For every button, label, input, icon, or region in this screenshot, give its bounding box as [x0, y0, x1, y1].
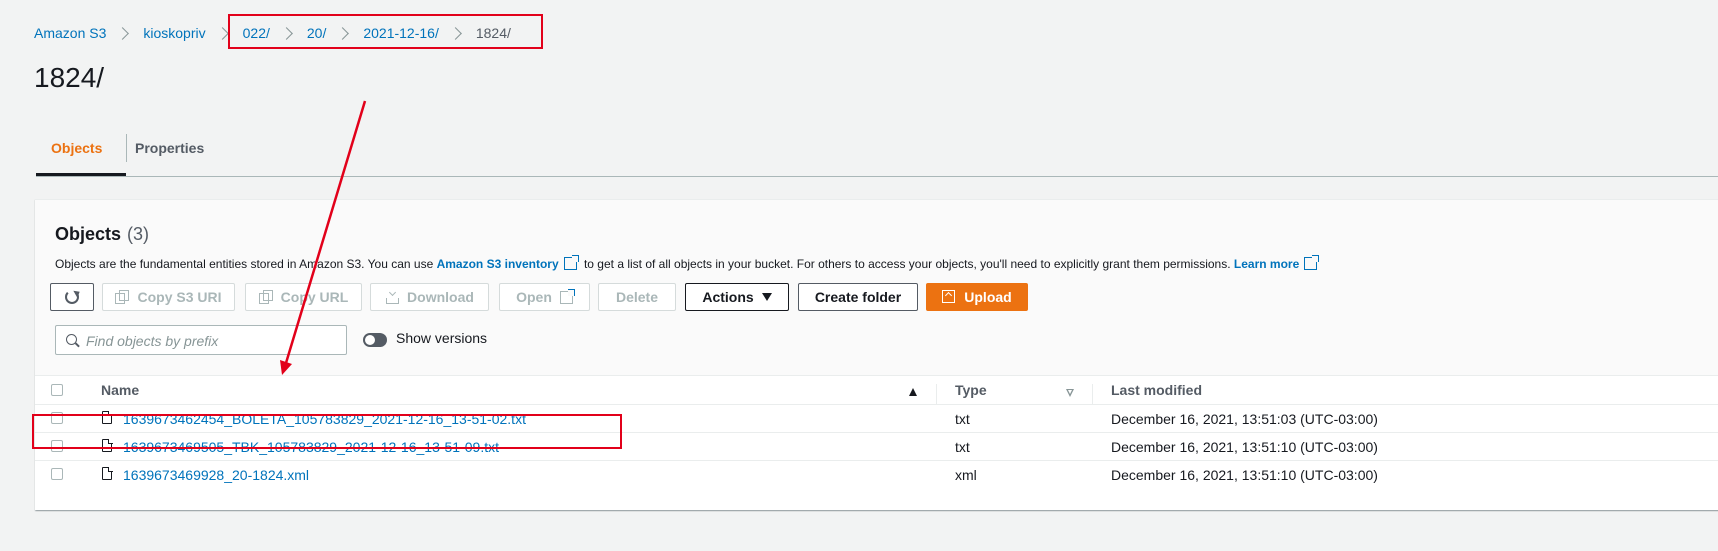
table-row: 1639673469928_20-1824.xml xml December 1… — [35, 461, 1718, 488]
objects-panel: Objects (3) Objects are the fundamental e… — [35, 199, 1718, 510]
sort-icon[interactable] — [1066, 389, 1074, 397]
tab-properties[interactable]: Properties — [135, 140, 204, 156]
open-label: Open — [516, 289, 552, 305]
column-header-last-modified[interactable]: Last modified — [1111, 382, 1202, 398]
upload-icon — [942, 290, 956, 304]
copy-s3-uri-button[interactable]: Copy S3 URI — [102, 283, 235, 311]
download-label: Download — [407, 289, 474, 305]
download-icon — [385, 290, 400, 304]
objects-panel-title: Objects (3) — [55, 224, 149, 245]
objects-description: Objects are the fundamental entities sto… — [55, 255, 1321, 271]
sort-ascending-icon[interactable] — [909, 388, 917, 396]
show-versions-label: Show versions — [396, 330, 488, 346]
chevron-right-icon — [215, 26, 229, 40]
search-input[interactable] — [84, 330, 338, 352]
object-type: xml — [955, 467, 977, 483]
copy-url-button[interactable]: Copy URL — [245, 283, 362, 311]
select-all-checkbox[interactable] — [51, 384, 63, 396]
object-type: txt — [955, 439, 970, 455]
external-link-icon — [559, 288, 575, 304]
column-header-type[interactable]: Type — [955, 382, 987, 398]
upload-label: Upload — [964, 289, 1012, 305]
refresh-button[interactable] — [50, 283, 94, 311]
objects-count: (3) — [127, 224, 150, 244]
create-folder-label: Create folder — [814, 289, 902, 305]
tab-bar: Objects Properties — [36, 128, 1718, 177]
learn-more-link[interactable]: Learn more — [1234, 257, 1299, 271]
breadcrumb-amazon-s3[interactable]: Amazon S3 — [34, 25, 106, 41]
caret-down-icon — [761, 293, 772, 301]
chevron-right-icon — [116, 26, 130, 40]
search-field — [55, 325, 347, 355]
object-last-modified: December 16, 2021, 13:51:03 (UTC-03:00) — [1111, 411, 1378, 427]
copy-s3-uri-label: Copy S3 URI — [137, 289, 222, 305]
description-text-middle: to get a list of all objects in your buc… — [583, 257, 1231, 271]
external-link-icon[interactable] — [1304, 255, 1320, 270]
objects-panel-header: Objects (3) Objects are the fundamental e… — [35, 200, 1718, 376]
actions-dropdown[interactable]: Actions — [685, 283, 789, 311]
breadcrumb-bucket[interactable]: kioskopriv — [143, 25, 205, 41]
active-tab-indicator — [36, 173, 126, 176]
copy-url-label: Copy URL — [280, 289, 349, 305]
delete-label: Delete — [615, 289, 659, 305]
object-last-modified: December 16, 2021, 13:51:10 (UTC-03:00) — [1111, 467, 1378, 483]
table-header: Name Type Last modified — [35, 376, 1718, 405]
tab-divider — [126, 134, 127, 162]
create-folder-button[interactable]: Create folder — [798, 283, 918, 311]
download-button[interactable]: Download — [370, 283, 489, 311]
upload-button[interactable]: Upload — [926, 283, 1028, 311]
object-type: txt — [955, 411, 970, 427]
show-versions-toggle[interactable] — [363, 333, 387, 347]
row-checkbox[interactable] — [51, 468, 63, 480]
page-title: 1824/ — [34, 62, 105, 93]
column-divider — [1092, 384, 1093, 404]
object-last-modified: December 16, 2021, 13:51:10 (UTC-03:00) — [1111, 439, 1378, 455]
annotation-highlight-breadcrumb — [228, 14, 543, 49]
file-icon — [102, 466, 113, 480]
delete-button[interactable]: Delete — [598, 283, 676, 311]
refresh-icon — [65, 290, 79, 304]
external-link-icon[interactable] — [563, 255, 579, 270]
annotation-highlight-row — [32, 414, 622, 449]
s3-inventory-link[interactable]: Amazon S3 inventory — [437, 257, 559, 271]
column-divider — [936, 384, 937, 404]
search-icon — [66, 334, 77, 345]
column-header-name[interactable]: Name — [101, 382, 139, 398]
description-text-start: Objects are the fundamental entities sto… — [55, 257, 434, 271]
actions-label: Actions — [702, 289, 754, 305]
copy-icon — [115, 290, 130, 304]
copy-icon — [258, 290, 273, 304]
tab-objects[interactable]: Objects — [51, 140, 102, 156]
object-name-link[interactable]: 1639673469928_20-1824.xml — [123, 467, 309, 483]
open-button[interactable]: Open — [499, 283, 590, 311]
objects-heading: Objects — [55, 224, 122, 244]
